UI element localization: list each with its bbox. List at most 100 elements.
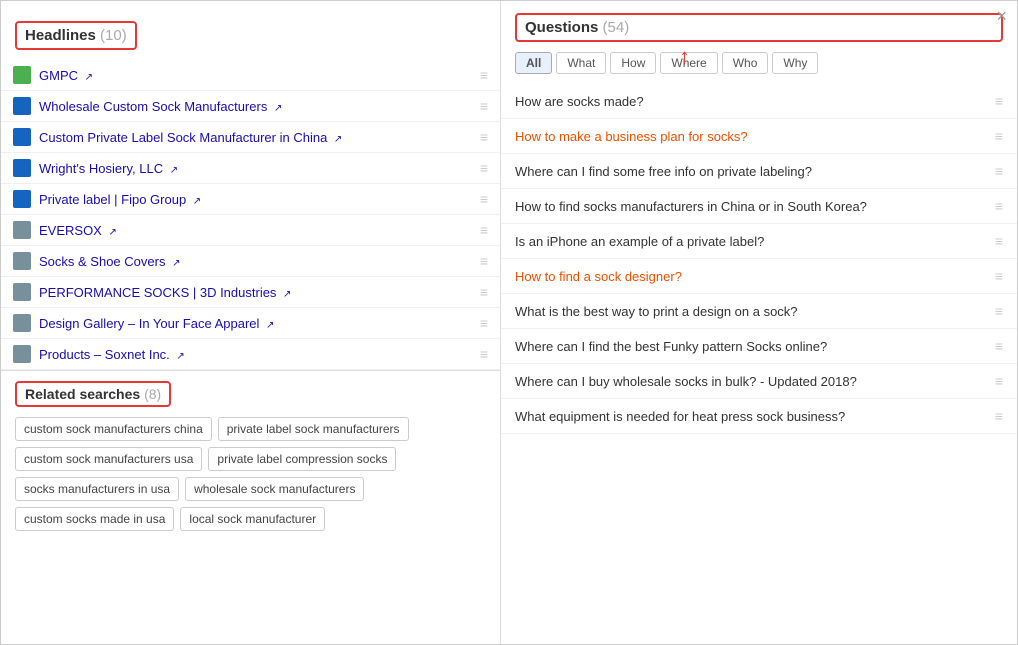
related-panel: Related searches (8) custom sock manufac…	[1, 370, 500, 547]
headline-item[interactable]: Wholesale Custom Sock Manufacturers ↗ ≡	[1, 91, 500, 122]
question-item[interactable]: How to make a business plan for socks? ≡	[501, 119, 1017, 154]
site-icon	[13, 66, 31, 84]
filter-tab-what[interactable]: What	[556, 52, 606, 74]
arrow-indicator: ↑	[679, 44, 690, 70]
site-icon	[13, 252, 31, 270]
filter-tab-how[interactable]: How	[610, 52, 656, 74]
tags-row-2: socks manufacturers in usawholesale sock…	[15, 477, 486, 531]
external-link-icon: ↗	[193, 196, 201, 207]
question-drag-icon[interactable]: ≡	[995, 128, 1003, 144]
right-panel: Questions (54) ↑ AllWhatHowWhereWhoWhy H…	[501, 1, 1017, 644]
related-search-tag[interactable]: private label sock manufacturers	[218, 417, 409, 441]
external-link-icon: ↗	[172, 258, 180, 269]
related-search-tag[interactable]: custom sock manufacturers china	[15, 417, 212, 441]
headline-item[interactable]: EVERSOX ↗ ≡	[1, 215, 500, 246]
question-item[interactable]: How to find a sock designer? ≡	[501, 259, 1017, 294]
site-icon	[13, 159, 31, 177]
headline-text: Products – Soxnet Inc. ↗	[39, 347, 472, 362]
question-drag-icon[interactable]: ≡	[995, 268, 1003, 284]
drag-icon[interactable]: ≡	[480, 98, 488, 114]
questions-count: (54)	[603, 19, 630, 36]
headline-item[interactable]: GMPC ↗ ≡	[1, 60, 500, 91]
question-drag-icon[interactable]: ≡	[995, 408, 1003, 424]
site-icon	[13, 283, 31, 301]
site-icon	[13, 97, 31, 115]
external-link-icon: ↗	[170, 165, 178, 176]
headline-item[interactable]: Socks & Shoe Covers ↗ ≡	[1, 246, 500, 277]
headline-text: Wholesale Custom Sock Manufacturers ↗	[39, 99, 472, 114]
drag-icon[interactable]: ≡	[480, 222, 488, 238]
question-text: How to find socks manufacturers in China…	[515, 199, 987, 214]
tags-row-1: custom sock manufacturers chinaprivate l…	[15, 417, 486, 471]
related-title: Related searches	[25, 386, 140, 402]
main-modal: × Headlines (10) GMPC ↗ ≡ Wholesale Cust…	[0, 0, 1018, 645]
headline-item[interactable]: Design Gallery – In Your Face Apparel ↗ …	[1, 308, 500, 339]
site-icon	[13, 190, 31, 208]
questions-title: Questions	[525, 19, 598, 36]
question-item[interactable]: Where can I find the best Funky pattern …	[501, 329, 1017, 364]
external-link-icon: ↗	[283, 289, 291, 300]
question-text: How to make a business plan for socks?	[515, 129, 987, 144]
main-content: Headlines (10) GMPC ↗ ≡ Wholesale Custom…	[1, 1, 1017, 644]
drag-icon[interactable]: ≡	[480, 160, 488, 176]
filter-tab-who[interactable]: Who	[722, 52, 769, 74]
related-search-tag[interactable]: custom sock manufacturers usa	[15, 447, 202, 471]
headline-item[interactable]: Custom Private Label Sock Manufacturer i…	[1, 122, 500, 153]
question-item[interactable]: Where can I find some free info on priva…	[501, 154, 1017, 189]
related-header: Related searches (8)	[15, 381, 171, 407]
question-text: How are socks made?	[515, 94, 987, 109]
drag-icon[interactable]: ≡	[480, 315, 488, 331]
related-search-tag[interactable]: wholesale sock manufacturers	[185, 477, 364, 501]
drag-icon[interactable]: ≡	[480, 67, 488, 83]
question-text: Is an iPhone an example of a private lab…	[515, 234, 987, 249]
question-item[interactable]: How to find socks manufacturers in China…	[501, 189, 1017, 224]
site-icon	[13, 221, 31, 239]
question-item[interactable]: Is an iPhone an example of a private lab…	[501, 224, 1017, 259]
question-drag-icon[interactable]: ≡	[995, 303, 1003, 319]
headlines-list: GMPC ↗ ≡ Wholesale Custom Sock Manufactu…	[1, 60, 500, 370]
question-item[interactable]: What equipment is needed for heat press …	[501, 399, 1017, 434]
question-drag-icon[interactable]: ≡	[995, 373, 1003, 389]
question-item[interactable]: How are socks made? ≡	[501, 84, 1017, 119]
question-drag-icon[interactable]: ≡	[995, 233, 1003, 249]
headline-item[interactable]: PERFORMANCE SOCKS | 3D Industries ↗ ≡	[1, 277, 500, 308]
question-text: Where can I buy wholesale socks in bulk?…	[515, 374, 987, 389]
related-search-tag[interactable]: custom socks made in usa	[15, 507, 174, 531]
filter-tab-why[interactable]: Why	[772, 52, 818, 74]
drag-icon[interactable]: ≡	[480, 191, 488, 207]
site-icon	[13, 345, 31, 363]
related-search-tag[interactable]: local sock manufacturer	[180, 507, 325, 531]
questions-header: Questions (54)	[515, 13, 1003, 42]
left-panel: Headlines (10) GMPC ↗ ≡ Wholesale Custom…	[1, 1, 501, 644]
related-search-tag[interactable]: socks manufacturers in usa	[15, 477, 179, 501]
related-search-tag[interactable]: private label compression socks	[208, 447, 396, 471]
headline-item[interactable]: Products – Soxnet Inc. ↗ ≡	[1, 339, 500, 370]
drag-icon[interactable]: ≡	[480, 253, 488, 269]
headline-text: Socks & Shoe Covers ↗	[39, 254, 472, 269]
headline-text: EVERSOX ↗	[39, 223, 472, 238]
headline-text: PERFORMANCE SOCKS | 3D Industries ↗	[39, 285, 472, 300]
filter-tab-all[interactable]: All	[515, 52, 552, 74]
site-icon	[13, 128, 31, 146]
headline-text: Custom Private Label Sock Manufacturer i…	[39, 130, 472, 145]
headline-item[interactable]: Wright's Hosiery, LLC ↗ ≡	[1, 153, 500, 184]
headlines-header: Headlines (10)	[15, 21, 137, 50]
headline-text: Wright's Hosiery, LLC ↗	[39, 161, 472, 176]
site-icon	[13, 314, 31, 332]
drag-icon[interactable]: ≡	[480, 129, 488, 145]
questions-list: How are socks made? ≡ How to make a busi…	[501, 84, 1017, 632]
question-item[interactable]: What is the best way to print a design o…	[501, 294, 1017, 329]
headline-text: Design Gallery – In Your Face Apparel ↗	[39, 316, 472, 331]
external-link-icon: ↗	[85, 72, 93, 83]
headline-item[interactable]: Private label | Fipo Group ↗ ≡	[1, 184, 500, 215]
close-button[interactable]: ×	[996, 7, 1007, 25]
external-link-icon: ↗	[274, 103, 282, 114]
question-drag-icon[interactable]: ≡	[995, 93, 1003, 109]
drag-icon[interactable]: ≡	[480, 284, 488, 300]
external-link-icon: ↗	[266, 320, 274, 331]
question-drag-icon[interactable]: ≡	[995, 163, 1003, 179]
question-item[interactable]: Where can I buy wholesale socks in bulk?…	[501, 364, 1017, 399]
question-drag-icon[interactable]: ≡	[995, 338, 1003, 354]
question-drag-icon[interactable]: ≡	[995, 198, 1003, 214]
drag-icon[interactable]: ≡	[480, 346, 488, 362]
